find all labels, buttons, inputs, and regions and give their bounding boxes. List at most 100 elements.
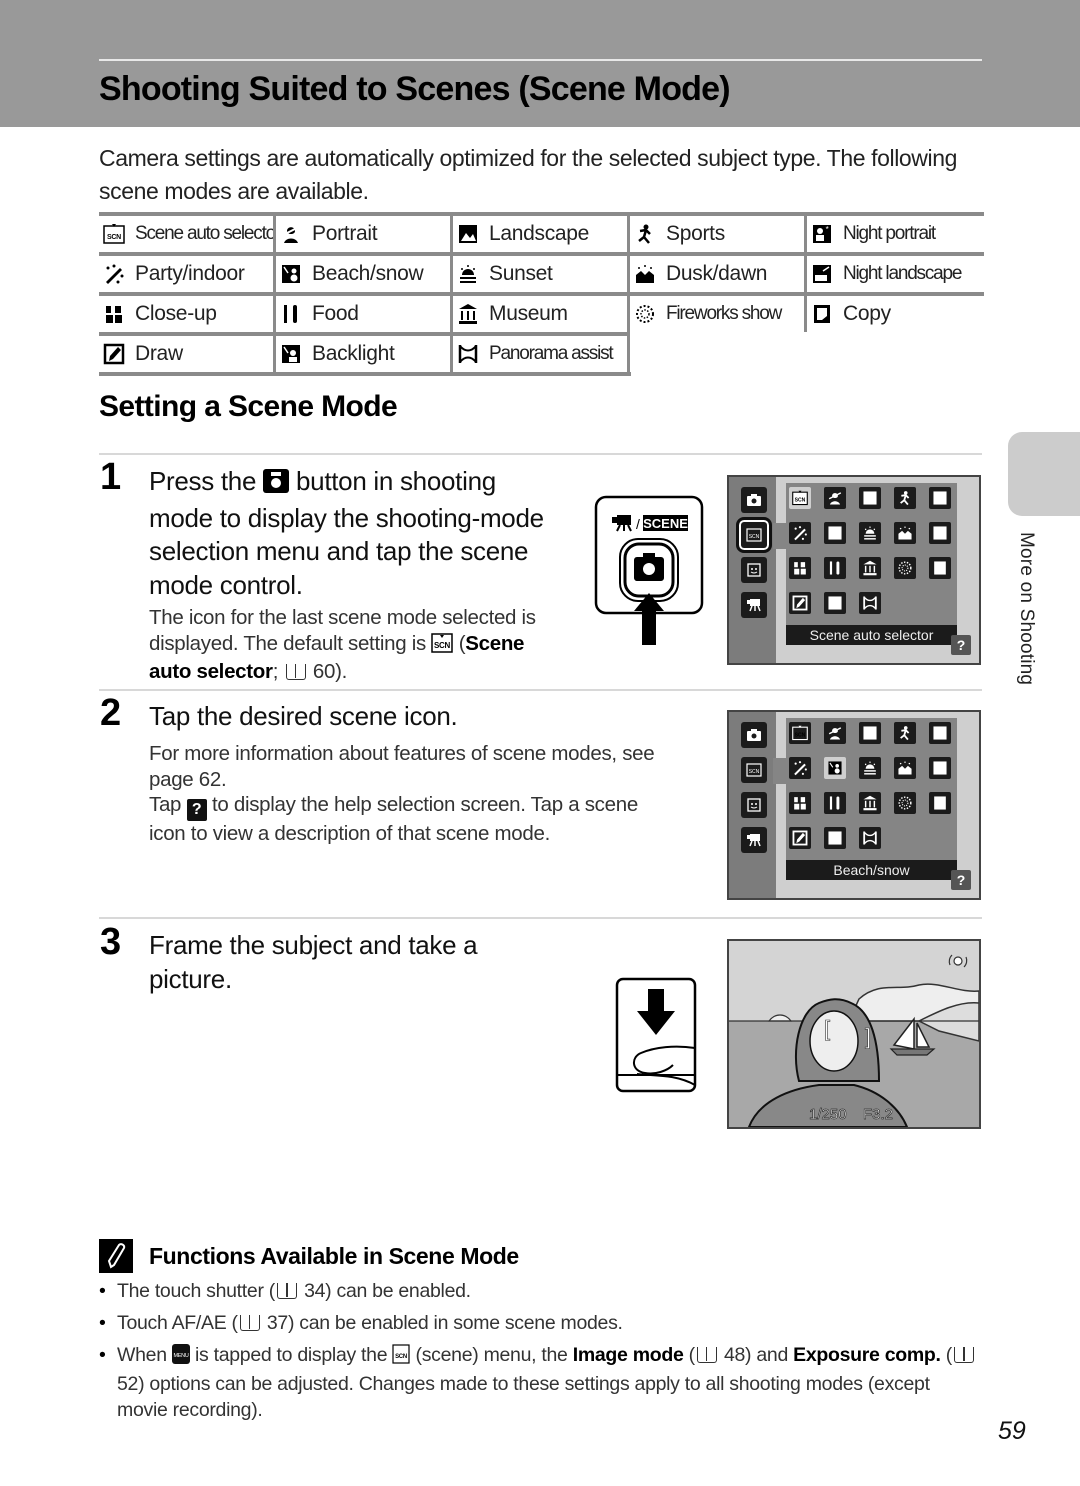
camera-mode-icon[interactable] [741, 722, 767, 748]
camera-mode-icon[interactable] [741, 487, 767, 513]
party-indoor-icon[interactable] [789, 757, 811, 779]
scene-mode-row: Draw Backlight Panorama assist [99, 332, 984, 372]
night-landscape-icon[interactable] [929, 522, 951, 544]
night-portrait-icon: * [811, 223, 833, 245]
list-item: Touch AF/AE ( 37) can be enabled in some… [99, 1310, 979, 1336]
step-text: mode control. [149, 569, 303, 600]
night-landscape-icon[interactable] [929, 757, 951, 779]
landscape-icon[interactable] [859, 722, 881, 744]
scene-auto-selector-icon[interactable]: SCN [789, 722, 811, 744]
draw-icon[interactable] [789, 827, 811, 849]
beach-snow-icon[interactable] [824, 757, 846, 779]
panorama-assist-icon[interactable] [859, 827, 881, 849]
list-item: The touch shutter ( 34) can be enabled. [99, 1278, 979, 1304]
beach-snow-icon[interactable] [824, 522, 846, 544]
scene-auto-selector-icon[interactable]: SCN [789, 487, 811, 509]
smart-portrait-icon[interactable] [741, 792, 767, 818]
scene-mode-label: Beach/snow [312, 262, 424, 285]
night-portrait-icon[interactable]: * [929, 487, 951, 509]
scene-mode-cell: Dusk/dawn [630, 252, 807, 292]
landscape-icon[interactable] [859, 487, 881, 509]
scene-mode-row: Party/indoor Beach/snow Sunset Dusk/dawn Nig… [99, 252, 984, 292]
portrait-photo: [ ] 1/250 F3.2 [729, 941, 979, 1127]
close-up-icon[interactable] [789, 792, 811, 814]
copy-icon[interactable] [929, 557, 951, 579]
scene-mode-label: Draw [135, 342, 183, 365]
museum-icon[interactable] [859, 557, 881, 579]
portrait-icon[interactable] [824, 722, 846, 744]
food-icon[interactable] [824, 557, 846, 579]
fireworks-icon[interactable] [894, 792, 916, 814]
page-ref[interactable]: 48) and [724, 1344, 788, 1366]
scene-mode-cell: Party/indoor [99, 252, 276, 292]
page-ref[interactable]: 34) can be enabled. [304, 1280, 471, 1302]
fireworks-icon[interactable] [894, 557, 916, 579]
smart-portrait-icon[interactable] [741, 557, 767, 583]
intro-text: Camera settings are automatically optimi… [99, 145, 957, 204]
page-ref[interactable]: 37) can be enabled in some scene modes. [267, 1312, 623, 1334]
dusk-dawn-icon[interactable] [894, 522, 916, 544]
focus-bracket-right: ] [865, 1024, 871, 1049]
scene-mode-cell: Portrait [276, 212, 453, 252]
draw-icon[interactable] [789, 592, 811, 614]
help-button[interactable]: ? [951, 870, 971, 890]
close-up-icon[interactable] [789, 557, 811, 579]
backlight-icon[interactable] [824, 592, 846, 614]
list-text: The touch shutter ( [117, 1280, 275, 1302]
movie-mode-icon[interactable] [741, 592, 767, 618]
help-button[interactable]: ? [951, 635, 971, 655]
sports-icon[interactable] [894, 722, 916, 744]
scene-mode-cell: SCN Scene auto selector [99, 212, 276, 252]
svg-text:SCN: SCN [107, 234, 121, 241]
scene-mode-icon[interactable]: SCN [736, 517, 772, 553]
body-text: icon to view a description of that scene… [149, 822, 550, 845]
header-rule [99, 59, 982, 61]
sunset-icon [457, 263, 479, 285]
sunset-icon[interactable] [859, 757, 881, 779]
step-text: mode to display the shooting-mode [149, 502, 544, 533]
page-title: Shooting Suited to Scenes (Scene Mode) [99, 70, 731, 108]
step-text: Frame the subject and take a [149, 930, 478, 960]
lcd-screen-scene-menu: SCN Scene auto selector ? SCN * [727, 475, 981, 665]
step-1-heading: Press the button in shooting mode to dis… [149, 465, 544, 602]
scene-mode-label: Fireworks show [666, 303, 782, 324]
body-text: displayed. The default setting is [149, 631, 426, 655]
night-portrait-icon[interactable]: * [929, 722, 951, 744]
copy-icon[interactable] [929, 792, 951, 814]
scene-mode-icon[interactable]: SCN [741, 757, 767, 783]
sunset-icon[interactable] [859, 522, 881, 544]
scene-mode-cell: Copy [807, 292, 984, 332]
page-ref[interactable]: 60). [313, 660, 347, 683]
list-text: When [117, 1344, 167, 1366]
scene-mode-cell: Close-up [99, 292, 276, 332]
scene-auto-selector-icon: SCN [103, 223, 125, 245]
bold-text: Image mode [572, 1344, 684, 1366]
svg-text:SCN: SCN [434, 641, 451, 650]
museum-icon[interactable] [859, 792, 881, 814]
scene-mode-table: SCN Scene auto selector Portrait Landscape S… [99, 212, 984, 376]
selection-connector [773, 523, 787, 549]
backlight-icon[interactable] [824, 827, 846, 849]
panorama-assist-icon[interactable] [859, 592, 881, 614]
party-indoor-icon[interactable] [789, 522, 811, 544]
chapter-tab[interactable] [1008, 432, 1080, 516]
scene-mode-cell: Sunset [453, 252, 630, 292]
sports-icon[interactable] [894, 487, 916, 509]
scene-mode-label: Night portrait [843, 223, 936, 244]
portrait-icon[interactable] [824, 487, 846, 509]
tip-title: Functions Available in Scene Mode [149, 1242, 519, 1269]
step-number: 1 [100, 456, 122, 498]
movie-mode-icon[interactable] [741, 827, 767, 853]
scene-mode-cell: Draw [99, 332, 276, 372]
scene-mode-label: Night landscape [843, 263, 962, 284]
page-ref[interactable]: 52) options can be adjusted. Changes mad… [117, 1373, 930, 1421]
page-number: 59 [998, 1417, 1026, 1445]
book-ref-icon [239, 1315, 260, 1331]
step-text: button in shooting [296, 466, 496, 496]
food-icon[interactable] [824, 792, 846, 814]
scene-mode-cell: Sports [630, 212, 807, 252]
scene-mode-cell: Backlight [276, 332, 453, 372]
book-ref-icon [953, 1347, 974, 1363]
step-number: 2 [100, 692, 122, 734]
dusk-dawn-icon[interactable] [894, 757, 916, 779]
